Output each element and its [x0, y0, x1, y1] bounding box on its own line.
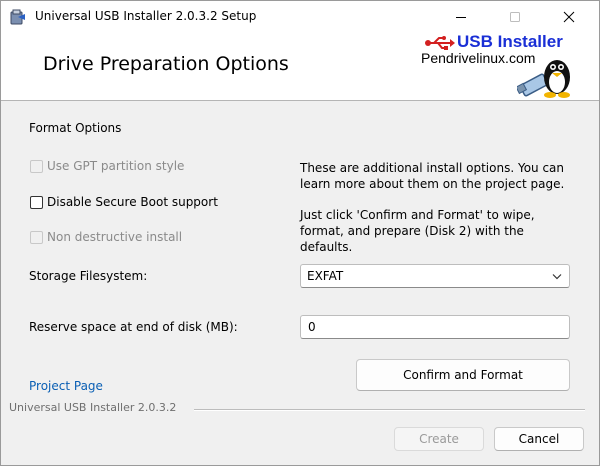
options-panel: Format Options Use GPT partition style D… — [1, 101, 599, 465]
close-icon — [563, 11, 575, 23]
info-paragraph-1: These are additional install options. Yo… — [300, 161, 565, 191]
storage-filesystem-select[interactable]: EXFAT — [300, 264, 570, 288]
close-button[interactable] — [546, 1, 592, 33]
footer-divider — [194, 409, 585, 411]
minimize-icon — [456, 17, 466, 18]
storage-filesystem-label: Storage Filesystem: — [29, 269, 148, 283]
gpt-partition-checkbox[interactable]: Use GPT partition style — [30, 159, 184, 173]
footer-brand-text: Universal USB Installer 2.0.3.2 — [9, 401, 177, 414]
create-button[interactable]: Create — [394, 427, 484, 451]
checkbox-box[interactable] — [30, 159, 43, 173]
cancel-button[interactable]: Cancel — [494, 427, 584, 451]
maximize-icon — [510, 12, 520, 22]
format-options-label: Format Options — [29, 121, 122, 135]
header-banner: Drive Preparation Options USB Installer … — [1, 32, 599, 101]
checkbox-label: Non destructive install — [47, 230, 183, 244]
input-value: 0 — [308, 320, 316, 334]
checkbox-box[interactable] — [30, 195, 43, 209]
app-icon — [9, 8, 27, 26]
window-title: Universal USB Installer 2.0.3.2 Setup — [35, 9, 257, 23]
pendrivelinux-logo: USB Installer Pendrivelinux.com — [421, 32, 599, 99]
reserve-space-label: Reserve space at end of disk (MB): — [29, 320, 238, 334]
non-destructive-checkbox[interactable]: Non destructive install — [30, 230, 182, 244]
checkbox-label: Disable Secure Boot support — [47, 195, 218, 209]
usb-symbol-icon — [425, 36, 455, 50]
project-page-link[interactable]: Project Page — [29, 379, 103, 393]
minimize-button[interactable] — [438, 1, 484, 33]
reserve-space-input[interactable]: 0 — [300, 315, 570, 339]
tux-usb-icon — [517, 60, 570, 98]
chevron-down-icon — [552, 274, 562, 280]
title-bar[interactable]: Universal USB Installer 2.0.3.2 Setup — [1, 1, 599, 33]
checkbox-label: Use GPT partition style — [47, 159, 185, 173]
disable-secure-boot-checkbox[interactable]: Disable Secure Boot support — [30, 195, 218, 209]
setup-window: Universal USB Installer 2.0.3.2 Setup Dr… — [0, 0, 600, 466]
info-paragraph-2: Just click 'Confirm and Format' to wipe,… — [300, 208, 535, 254]
maximize-button[interactable] — [492, 1, 538, 33]
page-title: Drive Preparation Options — [43, 53, 289, 75]
select-value: EXFAT — [307, 269, 344, 283]
checkbox-box[interactable] — [30, 230, 43, 244]
confirm-and-format-button[interactable]: Confirm and Format — [356, 359, 570, 391]
